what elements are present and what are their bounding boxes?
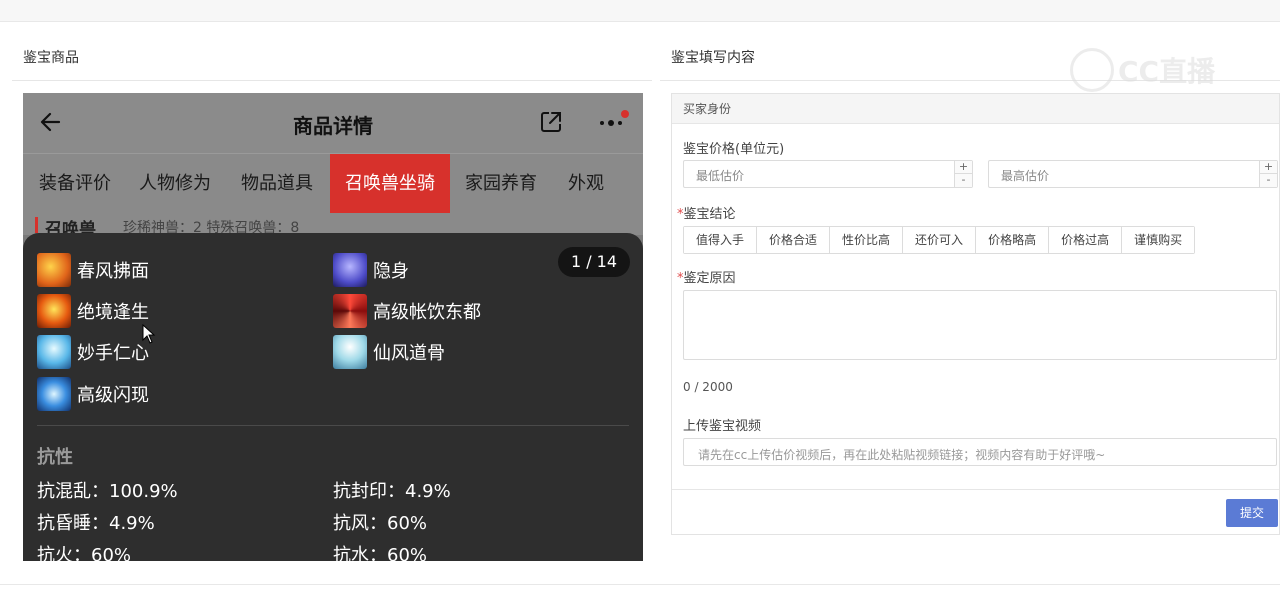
min-price-input[interactable]: 最低估价 + -	[683, 160, 973, 188]
conclusion-option[interactable]: 性价比高	[830, 227, 904, 253]
max-price-placeholder: 最高估价	[1001, 169, 1050, 183]
conclusion-option[interactable]: 价格过高	[1049, 227, 1123, 253]
min-price-decrement[interactable]: -	[954, 174, 972, 187]
conclusion-option[interactable]: 值得入手	[684, 227, 758, 253]
skill-ice-icon	[37, 335, 71, 369]
skill-item: 隐身	[333, 253, 409, 287]
right-section-title: 鉴宝填写内容	[671, 50, 755, 66]
reason-label: *鉴定原因	[677, 271, 736, 286]
skill-sage-icon	[333, 335, 367, 369]
resist-title: 抗性	[37, 447, 73, 468]
page-indicator: 1 / 14	[558, 247, 630, 277]
form-footer-divider	[672, 489, 1279, 490]
skill-name: 春风拂面	[77, 261, 149, 282]
section-marker	[35, 217, 38, 233]
resist-value: 抗昏睡：4.9%	[37, 513, 155, 534]
skill-fire-icon	[37, 253, 71, 287]
tab-home[interactable]: 家园养育	[455, 154, 547, 214]
skill-item: 绝境逢生	[37, 294, 149, 328]
max-price-decrement[interactable]: -	[1259, 174, 1277, 187]
video-link-placeholder: 请先在cc上传估价视频后，再在此处粘贴视频链接；视频内容有助于好评哦~	[698, 448, 1106, 462]
resist-value: 抗风：60%	[333, 513, 428, 534]
conclusion-options: 值得入手 价格合适 性价比高 还价可入 价格略高 价格过高 谨慎购买	[683, 226, 1196, 254]
tab-appearance[interactable]: 外观	[551, 154, 621, 214]
conclusion-option[interactable]: 还价可入	[903, 227, 977, 253]
tab-summon-mount[interactable]: 召唤兽坐骑	[330, 154, 450, 214]
top-bar	[0, 0, 1280, 22]
tab-equipment[interactable]: 装备评价	[29, 154, 121, 214]
watermark-logo-icon	[1070, 48, 1114, 92]
skill-stealth-icon	[333, 253, 367, 287]
character-counter: 0 / 2000	[683, 380, 733, 394]
skill-name: 仙风道骨	[373, 343, 445, 364]
summon-beast-row: 召唤兽 珍稀神兽：2 特殊召唤兽：8	[23, 213, 643, 240]
skill-name: 绝境逢生	[77, 302, 149, 323]
skill-swirl-icon	[333, 294, 367, 328]
skill-name: 妙手仁心	[77, 343, 149, 364]
conclusion-option[interactable]: 价格略高	[976, 227, 1050, 253]
resist-value: 抗混乱：100.9%	[37, 481, 178, 502]
appraisal-form: 买家身份 鉴宝价格(单位元) 最低估价 + - 最高估价 + - *鉴宝结论 值…	[671, 93, 1280, 535]
price-label: 鉴宝价格(单位元)	[683, 142, 785, 157]
left-section-divider	[12, 80, 652, 81]
skill-fire-icon	[37, 294, 71, 328]
video-link-input[interactable]: 请先在cc上传估价视频后，再在此处粘贴视频链接；视频内容有助于好评哦~	[683, 438, 1277, 466]
skill-name: 隐身	[373, 261, 409, 282]
cc-live-watermark: CC直播	[1070, 48, 1215, 92]
overlay-divider	[37, 425, 629, 426]
buyer-identity-header: 买家身份	[672, 94, 1279, 124]
skill-flash-icon	[37, 377, 71, 411]
bottom-bar	[0, 584, 1280, 594]
conclusion-option[interactable]: 谨慎购买	[1122, 227, 1195, 253]
max-price-input[interactable]: 最高估价 + -	[988, 160, 1278, 188]
resist-value: 抗火：60%	[37, 545, 132, 561]
skill-item: 春风拂面	[37, 253, 149, 287]
watermark-text: CC直播	[1118, 55, 1216, 88]
skill-item: 妙手仁心	[37, 335, 149, 369]
product-screenshot: 商品详情 装备评价 人物修为 物品道具 召唤兽坐骑 家园养育 外观 召唤兽 珍稀…	[23, 93, 643, 561]
conclusion-option[interactable]: 价格合适	[757, 227, 831, 253]
mouse-cursor-icon	[142, 324, 156, 344]
skill-item: 高级闪现	[37, 377, 149, 411]
share-icon[interactable]	[538, 109, 564, 135]
left-section-title: 鉴宝商品	[23, 50, 79, 66]
skills-overlay: 1 / 14 春风拂面 隐身 绝境逢生 高级帐饮东都 妙手仁心 仙风道骨 高级闪…	[23, 233, 643, 561]
skill-name: 高级帐饮东都	[373, 302, 481, 323]
phone-header: 商品详情	[23, 93, 643, 153]
min-price-placeholder: 最低估价	[696, 169, 745, 183]
conclusion-label: *鉴宝结论	[677, 207, 736, 222]
more-icon[interactable]	[597, 109, 629, 135]
tab-cultivation[interactable]: 人物修为	[129, 154, 221, 214]
submit-button[interactable]: 提交	[1226, 499, 1278, 527]
skill-name: 高级闪现	[77, 385, 149, 406]
resist-value: 抗水：60%	[333, 545, 428, 561]
phone-tabs: 装备评价 人物修为 物品道具 召唤兽坐骑 家园养育 外观	[23, 153, 643, 214]
video-label: 上传鉴宝视频	[683, 419, 762, 434]
tab-items[interactable]: 物品道具	[231, 154, 323, 214]
resist-value: 抗封印：4.9%	[333, 481, 451, 502]
skill-item: 高级帐饮东都	[333, 294, 481, 328]
reason-textarea[interactable]	[683, 290, 1277, 360]
skill-item: 仙风道骨	[333, 335, 445, 369]
